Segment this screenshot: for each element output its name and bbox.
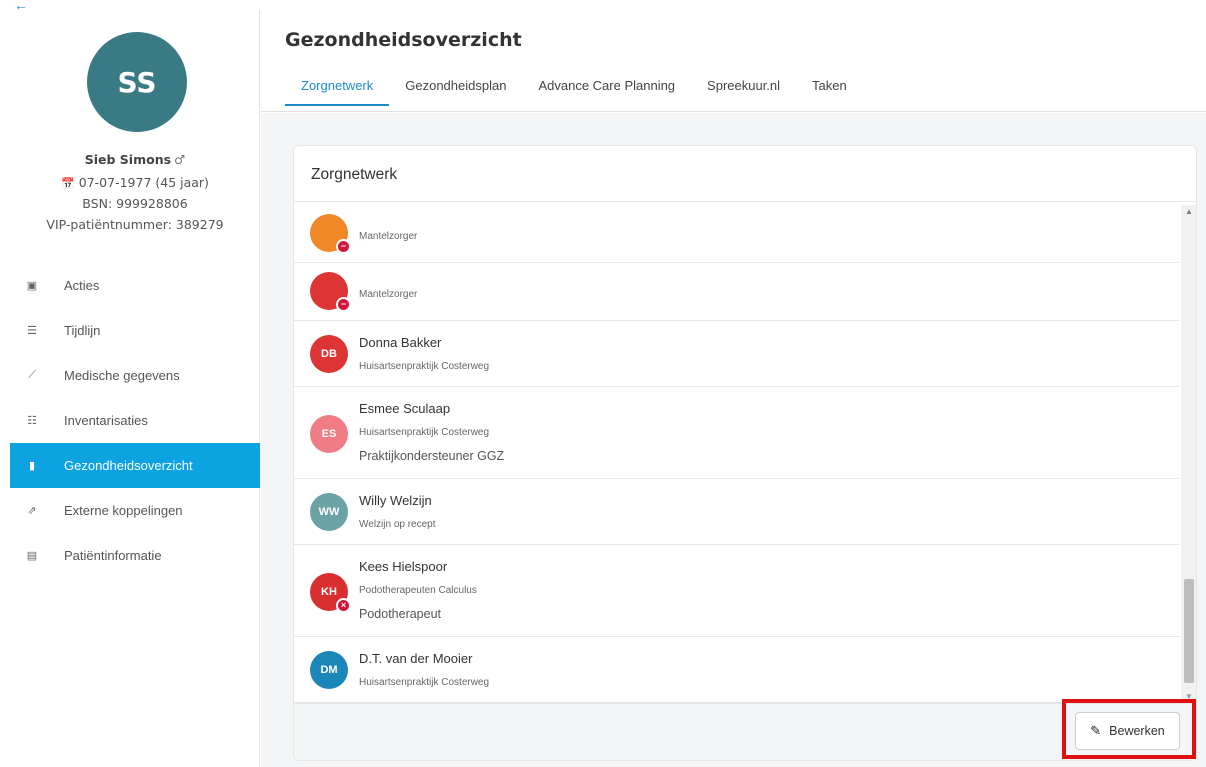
contact-name: Willy Welzijn [359, 493, 432, 508]
contact-role: Praktijkondersteuner GGZ [359, 449, 505, 463]
calendar-icon: 📅 [61, 177, 75, 190]
id-card-icon: ▤ [26, 550, 38, 562]
page-title: Gezondheidsoverzicht [285, 29, 522, 51]
calendar-plus-icon: ▣ [26, 280, 38, 292]
zorgnetwerk-card: Zorgnetwerk − Mantelzorger − Mantelzorger DB… [293, 145, 1197, 761]
sidebar-item-label: Tijdlijn [64, 323, 101, 338]
chart-line-icon: ⟋ [28, 369, 36, 381]
list-item[interactable]: DM D.T. van der Mooier Huisartsenpraktijk … [294, 637, 1180, 703]
scrollbar-thumb[interactable] [1184, 579, 1194, 683]
list-item[interactable]: − Mantelzorger [294, 263, 1180, 321]
care-network-list[interactable]: − Mantelzorger − Mantelzorger DB Donna Bakker… [294, 205, 1180, 703]
card-footer: ✎ Bewerken [294, 704, 1196, 760]
avatar: DM [310, 651, 348, 689]
edit-button[interactable]: ✎ Bewerken [1075, 712, 1180, 750]
contact-name: Donna Bakker [359, 335, 442, 350]
sidebar: SS Sieb Simons ♂ 📅 07-07-1977 (45 jaar) BS… [10, 10, 260, 767]
contact-role: Podotherapeut [359, 607, 442, 621]
scrollbar[interactable]: ▲ ▼ [1181, 205, 1196, 703]
sidebar-item-pati-ntinformatie[interactable]: ▤ Patiëntinformatie [10, 533, 260, 578]
contact-name: Esmee Sculaap [359, 401, 451, 416]
sidebar-item-gezondheidsoverzicht[interactable]: ▮ Gezondheidsoverzicht [10, 443, 260, 488]
sidebar-item-tijdlijn[interactable]: ☰ Tijdlijn [10, 308, 260, 353]
tab-spreekuur-nl[interactable]: Spreekuur.nl [691, 76, 796, 105]
avatar: SS [87, 32, 187, 132]
main-area: Gezondheidsoverzicht Zorgnetwerk Gezondhe… [261, 10, 1206, 767]
sidebar-item-label: Inventarisaties [64, 413, 148, 428]
list-item[interactable]: ES Esmee Sculaap Huisartsenpraktijk Coster… [294, 387, 1180, 479]
page-header: Gezondheidsoverzicht Zorgnetwerk Gezondhe… [261, 10, 1206, 112]
contact-organization: Welzijn op recept [359, 519, 436, 530]
gender-male-icon: ♂ [174, 152, 186, 167]
patient-dob-line: 📅 07-07-1977 (45 jaar) [10, 173, 260, 194]
contact-organization: Huisartsenpraktijk Costerweg [359, 427, 490, 438]
contact-organization: Huisartsenpraktijk Costerweg [359, 677, 490, 688]
avatar: ES [310, 415, 348, 453]
document-icon: ▮ [28, 460, 36, 472]
sidebar-item-label: Externe koppelingen [64, 503, 183, 518]
avatar: DB [310, 335, 348, 373]
patient-bsn: BSN: 999928806 [82, 196, 188, 211]
back-arrow-icon[interactable]: ← [14, 0, 28, 12]
contact-organization: Mantelzorger [359, 231, 418, 242]
edit-button-label: Bewerken [1109, 724, 1165, 738]
sidebar-item-inventarisaties[interactable]: ☷ Inventarisaties [10, 398, 260, 443]
scroll-down-icon[interactable]: ▼ [1185, 692, 1193, 701]
contact-name: Kees Hielspoor [359, 559, 448, 574]
checklist-icon: ☷ [27, 415, 37, 427]
sidebar-item-acties[interactable]: ▣ Acties [10, 263, 260, 308]
content-area: Zorgnetwerk − Mantelzorger − Mantelzorger DB… [261, 113, 1206, 767]
close-badge-icon: × [336, 598, 351, 613]
tab-gezondheidsplan[interactable]: Gezondheidsplan [389, 76, 522, 105]
contact-organization: Mantelzorger [359, 289, 418, 300]
list-icon: ☰ [27, 325, 37, 337]
sidebar-item-label: Patiëntinformatie [64, 548, 162, 563]
sidebar-item-label: Medische gegevens [64, 368, 180, 383]
sidebar-item-label: Gezondheidsoverzicht [64, 458, 193, 473]
sidebar-item-medische-gegevens[interactable]: ⟋ Medische gegevens [10, 353, 260, 398]
contact-organization: Huisartsenpraktijk Costerweg [359, 361, 490, 372]
list-item[interactable]: WW Willy Welzijn Welzijn op recept [294, 479, 1180, 545]
contact-name: D.T. van der Mooier [359, 651, 473, 666]
pencil-icon: ✎ [1090, 723, 1102, 738]
patient-name-line: Sieb Simons ♂ [10, 150, 260, 170]
minus-badge-icon: − [336, 297, 351, 312]
tab-zorgnetwerk[interactable]: Zorgnetwerk [285, 76, 390, 106]
list-item[interactable]: DB Donna Bakker Huisartsenpraktijk Costerw… [294, 321, 1180, 387]
sidebar-nav: ▣ Acties ☰ Tijdlijn ⟋ Medische gegevens ☷ Inven… [10, 263, 260, 578]
sidebar-item-label: Acties [64, 278, 100, 293]
sidebar-item-externe-koppelingen[interactable]: ⇗ Externe koppelingen [10, 488, 260, 533]
list-item[interactable]: − Mantelzorger [294, 205, 1180, 263]
divider [294, 201, 1196, 202]
tab-advance-care-planning[interactable]: Advance Care Planning [522, 76, 691, 105]
external-link-icon: ⇗ [27, 505, 37, 517]
list-item[interactable]: KH × Kees Hielspoor Podotherapeuten Calculu… [294, 545, 1180, 637]
avatar: WW [310, 493, 348, 531]
tab-taken[interactable]: Taken [796, 76, 863, 105]
card-title: Zorgnetwerk [311, 166, 398, 183]
scroll-up-icon[interactable]: ▲ [1185, 207, 1193, 216]
patient-vip-number: VIP-patiëntnummer: 389279 [46, 217, 224, 232]
minus-badge-icon: − [336, 239, 351, 254]
patient-dob: 07-07-1977 (45 jaar) [78, 175, 209, 190]
tab-bar: Zorgnetwerk Gezondheidsplan Advance Care P… [285, 76, 863, 106]
patient-name: Sieb Simons [84, 152, 172, 167]
contact-organization: Podotherapeuten Calculus [359, 585, 477, 596]
